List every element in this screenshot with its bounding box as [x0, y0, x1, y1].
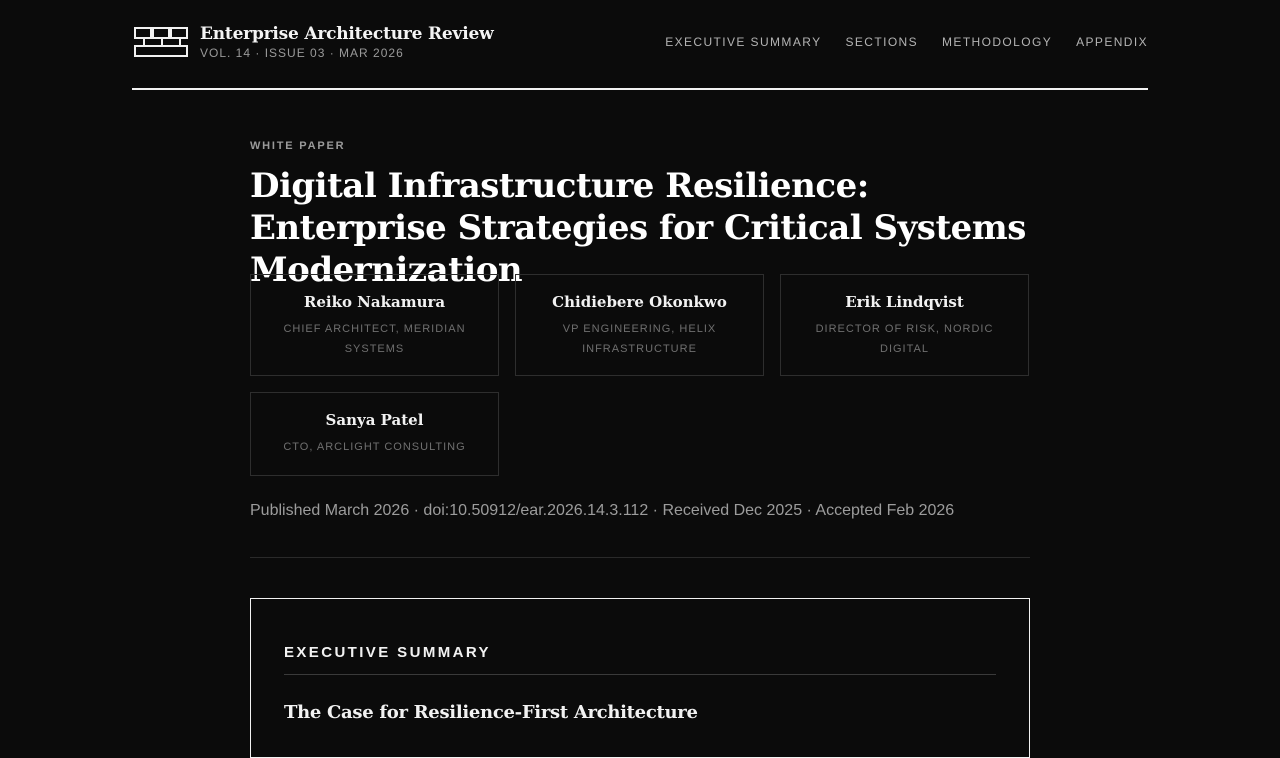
author-name: Sanya Patel: [325, 411, 424, 429]
executive-summary-panel: EXECUTIVE SUMMARY The Case for Resilienc…: [250, 598, 1030, 758]
author-card: Reiko Nakamura Chief Architect, Meridian…: [250, 274, 499, 376]
author-name: Erik Lindqvist: [845, 293, 964, 311]
author-affiliation: CTO, Arclight Consulting: [283, 441, 466, 453]
nav-executive-summary[interactable]: EXECUTIVE SUMMARY: [665, 35, 821, 49]
publication-meta: Published March 2026 · doi:10.50912/ear.…: [250, 502, 955, 519]
author-card: Sanya Patel CTO, Arclight Consulting: [250, 392, 499, 476]
summary-divider: [284, 674, 996, 675]
author-affiliation: Chief Architect, Meridian Systems: [283, 323, 466, 355]
author-card: Erik Lindqvist Director of Risk, Nordic …: [780, 274, 1029, 376]
author-affiliation: VP Engineering, Helix Infrastructure: [562, 323, 717, 355]
publication-title[interactable]: Enterprise Architecture Review: [200, 24, 494, 44]
nav-sections[interactable]: SECTIONS: [845, 35, 918, 49]
site-header: Enterprise Architecture Review VOL. 14 ·…: [132, 0, 1148, 90]
author-name: Chidiebere Okonkwo: [552, 293, 727, 311]
author-affiliation: Director of Risk, Nordic Digital: [815, 323, 994, 355]
section-divider: [250, 557, 1030, 558]
article-type-label: WHITE PAPER: [250, 140, 346, 152]
article-title: Digital Infrastructure Resilience: Enter…: [250, 166, 1026, 290]
nav-appendix[interactable]: APPENDIX: [1076, 35, 1148, 49]
issue-meta: VOL. 14 · ISSUE 03 · MAR 2026: [200, 46, 404, 60]
brick-wall-icon[interactable]: [134, 27, 188, 57]
author-list: Reiko Nakamura Chief Architect, Meridian…: [250, 274, 1030, 476]
author-name: Reiko Nakamura: [303, 293, 446, 311]
main-nav: EXECUTIVE SUMMARY SECTIONS METHODOLOGY A…: [665, 35, 1148, 49]
author-card: Chidiebere Okonkwo VP Engineering, Helix…: [515, 274, 764, 376]
nav-methodology[interactable]: METHODOLOGY: [942, 35, 1052, 49]
summary-label: EXECUTIVE SUMMARY: [284, 644, 491, 661]
